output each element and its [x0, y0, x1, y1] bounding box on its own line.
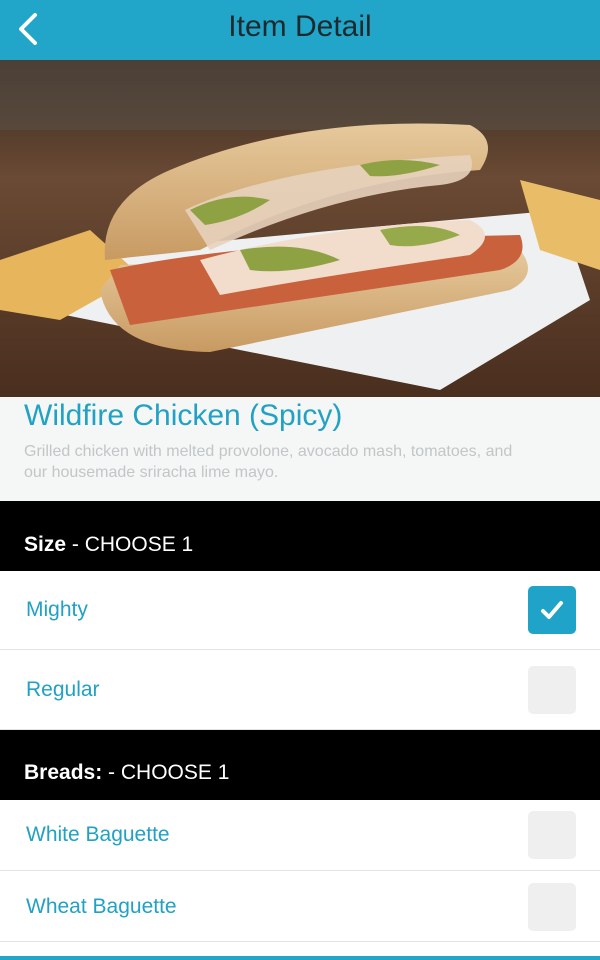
option-label: Regular [26, 678, 100, 701]
section-title: Breads: [24, 761, 103, 784]
option-checkbox[interactable] [528, 586, 576, 634]
item-description: Grilled chicken with melted provolone, a… [24, 443, 513, 481]
item-info: Wildfire Chicken (Spicy) Grilled chicken… [0, 397, 600, 501]
option-row-mighty[interactable]: Mighty [0, 571, 600, 650]
bottom-accent-bar [0, 956, 600, 960]
nav-bar: Item Detail [0, 0, 600, 60]
item-name: Wildfire Chicken (Spicy) [24, 399, 343, 432]
section-header-breads: Breads: - CHOOSE 1 [0, 730, 600, 800]
section-title: Size [24, 533, 67, 556]
page-title: Item Detail [228, 10, 372, 43]
option-label: White Baguette [26, 823, 170, 846]
option-label: Mighty [26, 598, 88, 621]
option-checkbox[interactable] [528, 883, 576, 931]
option-checkbox[interactable] [528, 666, 576, 714]
checkmark-icon [541, 601, 563, 619]
option-label: Wheat Baguette [26, 895, 177, 918]
item-photo [0, 60, 600, 397]
option-row-wheat-baguette[interactable]: Wheat Baguette [0, 871, 600, 942]
section-requirement: - CHOOSE 1 [66, 533, 194, 556]
section-requirement: - CHOOSE 1 [102, 761, 230, 784]
option-checkbox[interactable] [528, 811, 576, 859]
section-header-size: Size - CHOOSE 1 [0, 501, 600, 571]
option-row-regular[interactable]: Regular [0, 650, 600, 730]
option-row-white-baguette[interactable]: White Baguette [0, 800, 600, 871]
